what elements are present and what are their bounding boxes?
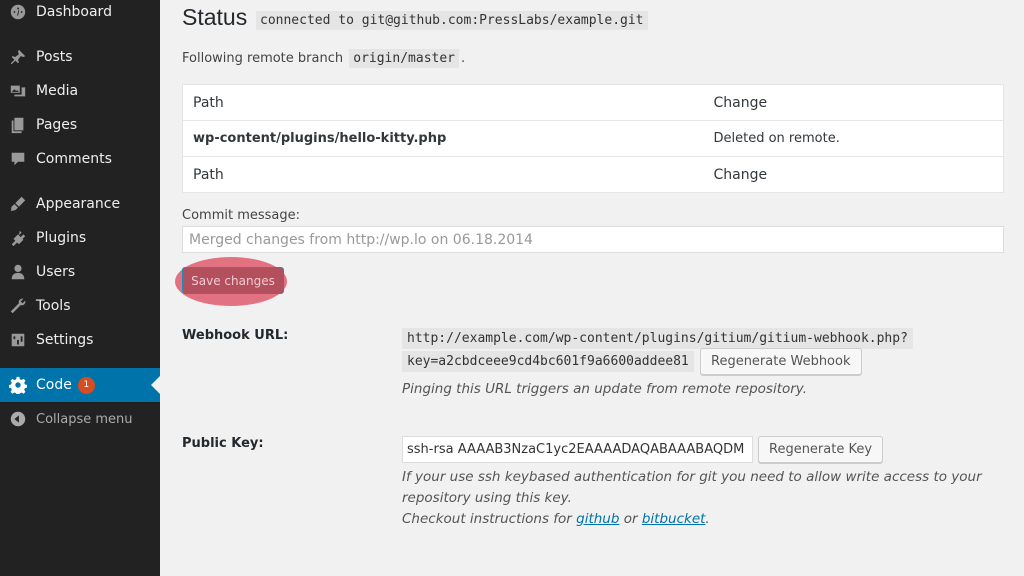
changes-table: Path Change wp-content/plugins/hello-kit… [182, 84, 1004, 193]
column-header-path: Path [182, 84, 704, 121]
sidebar-item-code[interactable]: Code 1 [0, 368, 160, 402]
wrench-icon [0, 297, 36, 315]
dashboard-icon [0, 3, 36, 21]
column-footer-path: Path [182, 156, 704, 193]
comment-icon [0, 150, 36, 168]
following-suffix: . [461, 51, 466, 66]
remote-branch-info: Following remote branch origin/master. [182, 49, 466, 68]
table-row: wp-content/plugins/hello-kitty.php Delet… [182, 120, 1004, 157]
update-count-badge: 1 [77, 376, 95, 394]
webhook-url-line1: http://example.com/wp-content/plugins/gi… [402, 328, 913, 349]
column-footer-change: Change [703, 156, 1004, 193]
sidebar-item-plugins[interactable]: Plugins [0, 221, 160, 255]
page-title: Status [182, 4, 248, 30]
table-footer: Path Change [182, 156, 1004, 193]
media-icon [0, 82, 36, 100]
collapse-arrow-icon [0, 410, 36, 428]
sidebar-item-label: Code [36, 377, 72, 393]
file-path: wp-content/plugins/hello-kitty.php [182, 120, 704, 157]
sidebar-item-label: Comments [36, 151, 112, 167]
change-type: Deleted on remote. [703, 120, 1004, 157]
following-text: Following remote branch [182, 51, 344, 66]
bitbucket-link[interactable]: bitbucket [642, 511, 706, 527]
user-icon [0, 263, 36, 281]
desc-line-1: If your use ssh keybased authentication … [402, 469, 982, 485]
regenerate-webhook-button[interactable]: Regenerate Webhook [700, 348, 862, 375]
sidebar-item-appearance[interactable]: Appearance [0, 187, 160, 221]
public-key-field[interactable] [402, 436, 753, 463]
sidebar-item-comments[interactable]: Comments [0, 142, 160, 176]
collapse-menu-label: Collapse menu [36, 411, 133, 427]
commit-message-label: Commit message: [182, 208, 301, 223]
sidebar-item-posts[interactable]: Posts [0, 40, 160, 74]
sidebar-item-label: Pages [36, 117, 78, 133]
active-indicator-arrow [151, 376, 160, 394]
sidebar-item-label: Dashboard [36, 4, 112, 20]
or-text: or [623, 511, 638, 527]
github-link[interactable]: github [576, 511, 619, 527]
webhook-url-label: Webhook URL: [182, 328, 289, 343]
sidebar-item-label: Media [36, 83, 79, 99]
table-header: Path Change [182, 84, 1004, 121]
collapse-menu-button[interactable]: Collapse menu [0, 402, 160, 436]
sidebar-item-users[interactable]: Users [0, 255, 160, 289]
sidebar-item-label: Tools [36, 298, 71, 314]
desc-line-3: Checkout instructions for github or bitb… [402, 509, 982, 530]
pin-icon [0, 48, 36, 66]
column-header-change: Change [703, 84, 1004, 121]
brush-icon [0, 195, 36, 213]
sidebar-item-label: Appearance [36, 196, 121, 212]
instructions-text: Checkout instructions for [402, 511, 572, 527]
sidebar-item-label: Settings [36, 332, 94, 348]
sidebar-item-media[interactable]: Media [0, 74, 160, 108]
regenerate-key-button[interactable]: Regenerate Key [758, 436, 884, 463]
sidebar-item-pages[interactable]: Pages [0, 108, 160, 142]
save-changes-button[interactable]: Save changes [182, 267, 284, 294]
settings-icon [0, 331, 36, 349]
desc-end: . [705, 511, 710, 527]
sidebar-item-label: Posts [36, 49, 73, 65]
desc-line-2: repository using this key. [402, 490, 572, 506]
pages-icon [0, 116, 36, 134]
sidebar-item-label: Users [36, 264, 76, 280]
sidebar-item-dashboard[interactable]: Dashboard [0, 0, 160, 29]
gear-icon [0, 376, 36, 394]
sidebar-item-tools[interactable]: Tools [0, 289, 160, 323]
plug-icon [0, 229, 36, 247]
admin-sidebar: Dashboard Posts Media Pages Comments App… [0, 0, 160, 576]
commit-message-input[interactable] [182, 226, 1004, 253]
webhook-description: Pinging this URL triggers an update from… [402, 381, 808, 397]
sidebar-item-settings[interactable]: Settings [0, 323, 160, 357]
public-key-label: Public Key: [182, 436, 264, 451]
sidebar-item-label: Plugins [36, 230, 87, 246]
connection-status: connected to git@github.com:PressLabs/ex… [256, 11, 648, 30]
webhook-url-line2: key=a2cbdceee9cd4bc601f9a6600addee81 [402, 351, 694, 372]
branch-name: origin/master [349, 49, 459, 68]
public-key-description: If your use ssh keybased authentication … [402, 467, 982, 530]
